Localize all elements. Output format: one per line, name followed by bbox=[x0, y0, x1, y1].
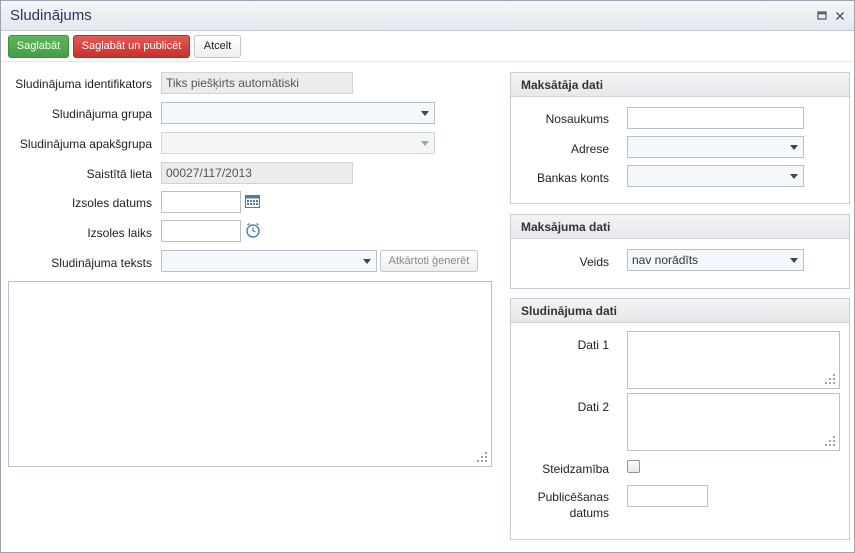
payer-panel-title: Maksātāja dati bbox=[511, 73, 849, 97]
data1-textarea[interactable] bbox=[627, 331, 840, 389]
publish-date-label-line1: Publicēšanas bbox=[537, 490, 609, 504]
payment-type-select[interactable]: nav norādīts bbox=[627, 249, 804, 271]
related-case-field: 00027/117/2013 bbox=[161, 162, 353, 184]
payer-bank-select[interactable] bbox=[627, 165, 804, 187]
chevron-down-icon bbox=[363, 259, 371, 264]
toolbar: Saglabāt Saglabāt un publicēt Atcelt bbox=[1, 32, 854, 62]
chevron-down-icon bbox=[790, 145, 798, 150]
auction-time-input[interactable] bbox=[161, 220, 241, 242]
window-title: Sludinājums bbox=[10, 7, 92, 24]
auction-time-label: Izsoles laiks bbox=[87, 226, 152, 240]
urgency-checkbox[interactable] bbox=[627, 460, 640, 473]
close-icon[interactable] bbox=[833, 9, 847, 23]
publish-date-input[interactable] bbox=[627, 485, 708, 507]
identifier-field: Tiks piešķirts automātiski bbox=[161, 72, 353, 94]
ad-text-select[interactable] bbox=[161, 250, 377, 272]
ad-data-panel-title: Sludinājuma dati bbox=[511, 299, 849, 323]
group-select[interactable] bbox=[161, 102, 435, 124]
payer-panel: Maksātāja dati Nosaukums Adrese Bankas k… bbox=[510, 72, 850, 204]
payer-name-label: Nosaukums bbox=[545, 112, 609, 126]
chevron-down-icon bbox=[790, 174, 798, 179]
data2-label: Dati 2 bbox=[577, 400, 609, 414]
ad-text-textarea[interactable] bbox=[8, 281, 492, 467]
maximize-icon[interactable] bbox=[815, 9, 829, 23]
publish-date-label: Publicēšanas datums bbox=[511, 489, 609, 521]
subgroup-label: Sludinājuma apakšgrupa bbox=[19, 137, 152, 151]
data1-label: Dati 1 bbox=[577, 338, 609, 352]
payer-name-input[interactable] bbox=[627, 107, 804, 129]
payer-address-label: Adrese bbox=[570, 142, 609, 156]
ad-data-panel: Sludinājuma dati Dati 1 Dati 2 Steidzamī… bbox=[510, 298, 850, 540]
data2-textarea[interactable] bbox=[627, 393, 840, 451]
payment-type-value: nav norādīts bbox=[632, 253, 699, 267]
chevron-down-icon bbox=[790, 258, 798, 263]
subgroup-select[interactable] bbox=[161, 132, 435, 154]
resize-grip-icon[interactable] bbox=[825, 374, 836, 385]
identifier-label: Sludinājuma identifikators bbox=[15, 77, 152, 91]
ad-text-label: Sludinājuma teksts bbox=[51, 256, 152, 270]
dialog-window: Sludinājums Saglabāt Saglabāt un publicē… bbox=[0, 0, 855, 553]
group-label: Sludinājuma grupa bbox=[51, 107, 152, 121]
clock-icon[interactable] bbox=[245, 222, 261, 241]
publish-date-label-line2: datums bbox=[569, 506, 609, 520]
payment-panel: Maksājuma dati Veids nav norādīts bbox=[510, 214, 850, 289]
chevron-down-icon bbox=[421, 141, 429, 146]
title-bar[interactable]: Sludinājums bbox=[1, 1, 854, 31]
auction-date-input[interactable] bbox=[161, 191, 241, 213]
related-case-label: Saistītā lieta bbox=[86, 167, 152, 181]
chevron-down-icon bbox=[421, 111, 429, 116]
urgency-label: Steidzamība bbox=[542, 462, 609, 476]
resize-grip-icon[interactable] bbox=[477, 452, 488, 463]
auction-date-label: Izsoles datums bbox=[71, 196, 152, 210]
cancel-button[interactable]: Atcelt bbox=[194, 35, 241, 58]
payment-panel-title: Maksājuma dati bbox=[511, 215, 849, 239]
save-button[interactable]: Saglabāt bbox=[8, 35, 69, 58]
regenerate-button[interactable]: Atkārtoti ģenerēt bbox=[380, 250, 478, 272]
payer-bank-label: Bankas konts bbox=[536, 171, 609, 185]
save-and-publish-button[interactable]: Saglabāt un publicēt bbox=[73, 35, 190, 58]
payer-address-select[interactable] bbox=[627, 136, 804, 158]
calendar-icon[interactable] bbox=[245, 194, 260, 211]
payment-type-label: Veids bbox=[579, 255, 609, 269]
resize-grip-icon[interactable] bbox=[825, 436, 836, 447]
